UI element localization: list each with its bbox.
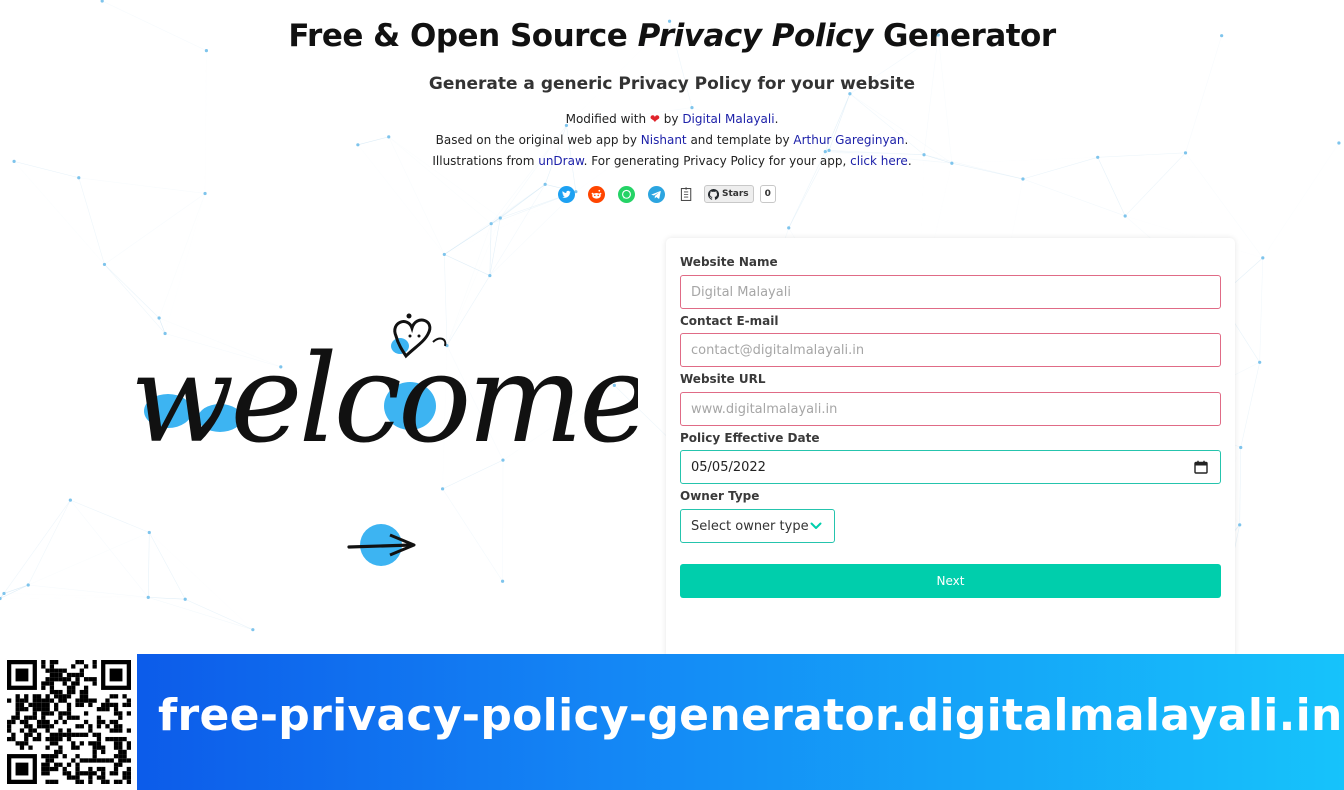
website-name-label: Website Name [680, 255, 778, 269]
share-row: Stars 0 [558, 184, 776, 204]
welcome-text: welcome! [130, 328, 638, 466]
owner-type-select[interactable]: Select owner type [680, 509, 835, 543]
effective-date-value: 05/05/2022 [691, 459, 766, 475]
heart-icon: ❤ [649, 112, 660, 126]
contact-email-input[interactable] [680, 333, 1221, 367]
owner-type-selected: Select owner type [691, 518, 809, 534]
owner-type-label: Owner Type [680, 489, 760, 503]
website-url-label: Website URL [680, 372, 766, 386]
credits-line-3: Illustrations from unDraw. For generatin… [432, 154, 912, 168]
banner-url: free-privacy-policy-generator.digitalmal… [158, 690, 1343, 741]
nishant-link[interactable]: Nishant [641, 133, 687, 147]
next-button[interactable]: Next [680, 564, 1221, 598]
twitter-icon[interactable] [558, 185, 575, 203]
qr-code [0, 654, 137, 790]
policy-form: Website Name Contact E-mail Website URL … [666, 238, 1235, 658]
website-name-input[interactable] [680, 275, 1221, 309]
calendar-icon[interactable] [1194, 460, 1208, 474]
arthur-gareginyan-link[interactable]: Arthur Gareginyan [793, 133, 904, 147]
flag-icon[interactable] [678, 186, 695, 203]
credits-line-2: Based on the original web app by Nishant… [435, 133, 909, 147]
whatsapp-icon[interactable] [618, 185, 635, 203]
page-title: Free & Open Source Privacy Policy Genera… [288, 18, 1056, 54]
digital-malayali-link[interactable]: Digital Malayali [682, 112, 774, 126]
chevron-down-icon [810, 522, 822, 529]
welcome-illustration: welcome! [130, 313, 638, 466]
arrow-right-icon [347, 524, 416, 566]
telegram-icon[interactable] [648, 185, 665, 203]
effective-date-label: Policy Effective Date [680, 431, 820, 445]
contact-email-label: Contact E-mail [680, 314, 779, 328]
credits-block: Modified with ❤ by Digital Malayali. Bas… [0, 109, 1344, 172]
website-url-input[interactable] [680, 392, 1221, 426]
undraw-link[interactable]: unDraw [538, 154, 583, 168]
reddit-icon[interactable] [588, 185, 605, 203]
github-stars-label: Stars [722, 189, 749, 199]
github-stars-button[interactable]: Stars [704, 185, 754, 203]
github-icon [708, 188, 719, 200]
page-subtitle: Generate a generic Privacy Policy for yo… [428, 74, 916, 94]
effective-date-input[interactable]: 05/05/2022 [680, 450, 1221, 484]
credits-line-1: Modified with ❤ by Digital Malayali. [565, 112, 779, 126]
github-stars-count: 0 [759, 185, 776, 203]
promo-banner: free-privacy-policy-generator.digitalmal… [0, 654, 1344, 790]
click-here-link[interactable]: click here [850, 154, 908, 168]
